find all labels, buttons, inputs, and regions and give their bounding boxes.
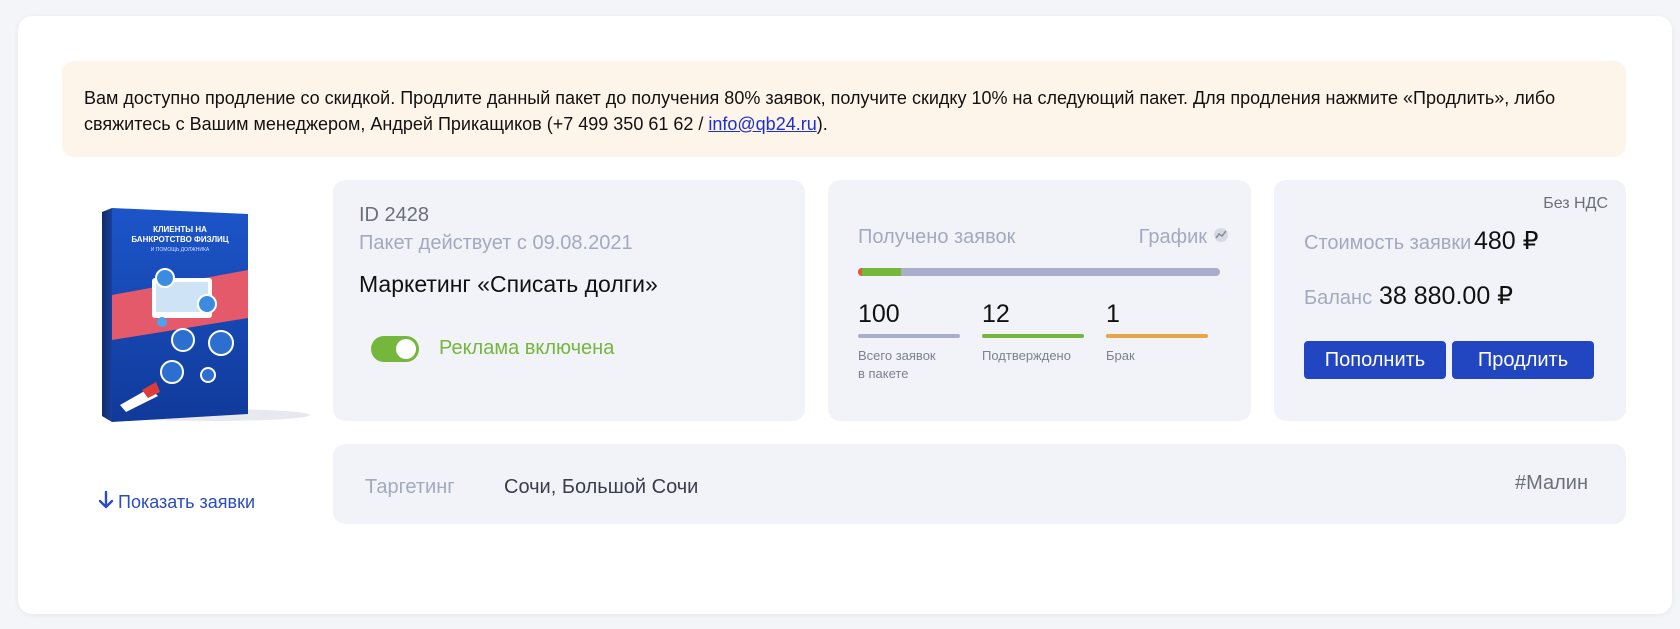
manager-email-link[interactable]: info@qb24.ru — [708, 114, 816, 134]
stat-rejected-line — [1106, 334, 1208, 338]
stat-total: 100 Всего заявок в пакете — [858, 300, 960, 383]
package-info-panel: ID 2428 Пакет действует с 09.08.2021 Мар… — [333, 180, 805, 421]
requests-progress-fill — [858, 268, 902, 276]
requests-title: Получено заявок — [858, 226, 1016, 248]
show-requests-link[interactable]: Показать заявки — [98, 490, 255, 514]
stat-confirmed-line — [982, 334, 1084, 338]
notice-text-end: ). — [816, 114, 828, 134]
renewal-notice: Вам доступно продление со скидкой. Продл… — [62, 61, 1626, 157]
requests-progress-bar — [858, 268, 1220, 276]
graph-link[interactable]: График — [1139, 226, 1229, 249]
svg-text:БАНКРОТСТВО ФИЗЛИЦ: БАНКРОТСТВО ФИЗЛИЦ — [131, 235, 228, 244]
cost-value: 480 ₽ — [1474, 227, 1539, 255]
stat-confirmed-caption: Подтверждено — [982, 348, 1071, 363]
stat-total-value: 100 — [858, 300, 900, 328]
balance-value: 38 880.00 ₽ — [1379, 282, 1514, 310]
product-box-image: КЛИЕНТЫ НА БАНКРОТСТВО ФИЗЛИЦ И ПОМОЩЬ Д… — [90, 200, 312, 430]
targeting-tag: #Малин — [1514, 472, 1588, 494]
stat-total-caption: Всего заявок в пакете — [858, 348, 936, 381]
cost-label: Стоимость заявки — [1304, 232, 1472, 254]
targeting-value: Сочи, Большой Сочи — [504, 476, 699, 498]
ad-toggle[interactable] — [371, 336, 419, 362]
topup-button[interactable]: Пополнить — [1304, 341, 1446, 379]
svg-text:КЛИЕНТЫ НА: КЛИЕНТЫ НА — [153, 225, 207, 234]
billing-panel: Без НДС Стоимость заявки 480 ₽ Баланс 38… — [1274, 180, 1626, 421]
stat-confirmed-value: 12 — [982, 300, 1010, 328]
vat-note: Без НДС — [1543, 195, 1608, 212]
requests-progress-marker — [858, 268, 862, 276]
chart-icon — [1213, 226, 1229, 249]
package-name: Маркетинг «Списать долги» — [359, 271, 658, 297]
targeting-panel: Таргетинг Сочи, Большой Сочи #Малин — [333, 444, 1626, 524]
package-id: ID 2428 — [359, 204, 430, 226]
requests-panel: Получено заявок График 100 Всего заявок в… — [828, 180, 1251, 421]
balance-label: Баланс — [1304, 287, 1373, 309]
show-requests-label: Показать заявки — [118, 491, 256, 512]
graph-label: График — [1138, 226, 1207, 248]
stat-rejected-caption: Брак — [1106, 348, 1135, 363]
targeting-label: Таргетинг — [365, 476, 455, 498]
ad-toggle-knob — [396, 339, 416, 359]
package-since: Пакет действует с 09.08.2021 — [359, 232, 633, 254]
stat-total-line — [858, 334, 960, 338]
stat-rejected-value: 1 — [1106, 300, 1120, 328]
ad-status-label: Реклама включена — [439, 337, 615, 359]
extend-button[interactable]: Продлить — [1452, 341, 1594, 379]
stat-confirmed: 12 Подтверждено — [982, 300, 1084, 365]
arrow-down-icon — [98, 490, 114, 515]
svg-text:И ПОМОЩЬ ДОЛЖНИКА: И ПОМОЩЬ ДОЛЖНИКА — [151, 247, 210, 253]
stat-rejected: 1 Брак — [1106, 300, 1208, 365]
